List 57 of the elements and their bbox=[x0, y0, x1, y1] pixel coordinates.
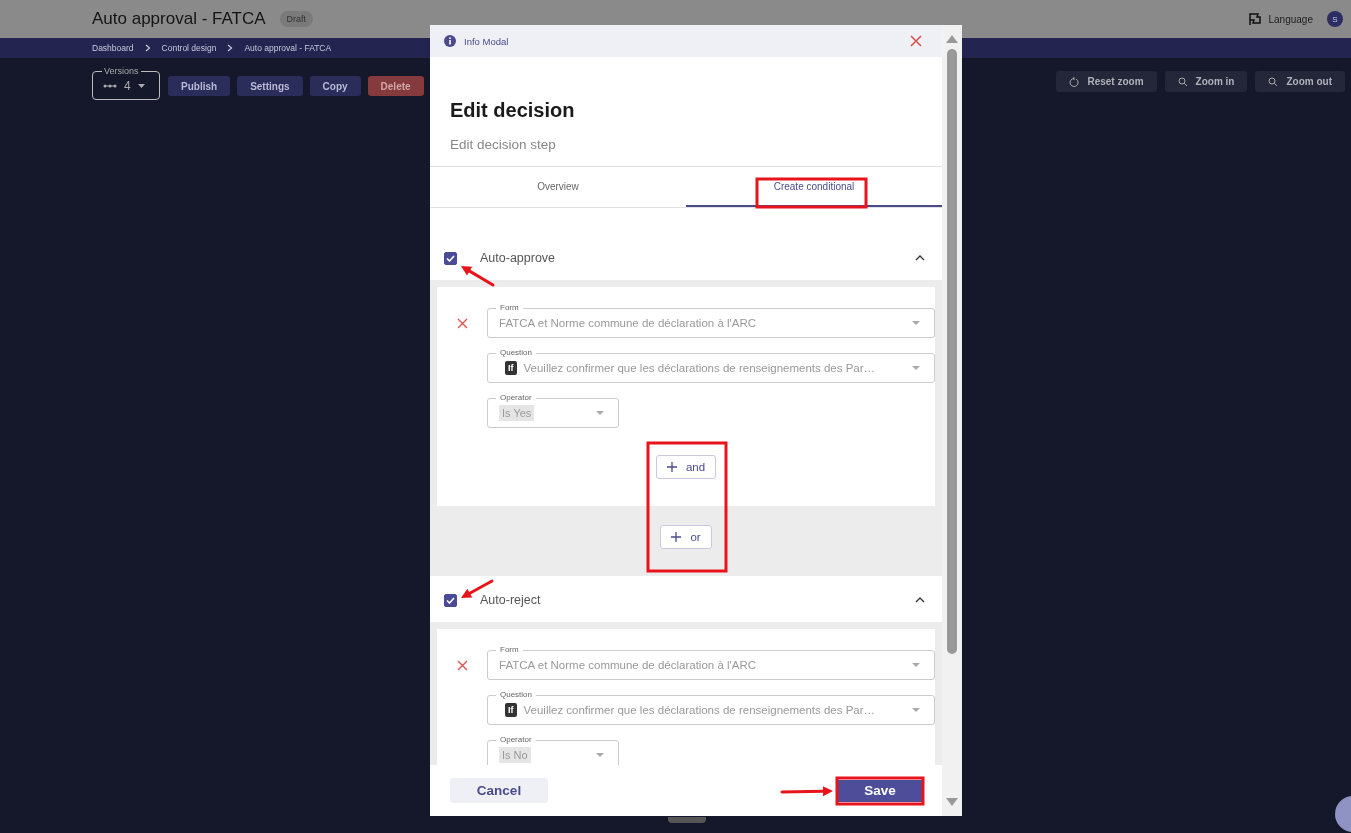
if-badge: If bbox=[505, 361, 517, 375]
page-title: Auto approval - FATCA bbox=[92, 9, 266, 29]
scroll-down-icon bbox=[946, 798, 958, 806]
toolbar-button[interactable]: Settings bbox=[237, 76, 303, 96]
dropdown-caret-icon bbox=[912, 321, 920, 325]
reset-icon bbox=[1069, 76, 1080, 87]
dropdown-caret-icon bbox=[912, 663, 920, 667]
toolbar-button[interactable]: Delete bbox=[367, 76, 424, 96]
drag-handle[interactable] bbox=[668, 817, 706, 823]
dropdown-caret-icon bbox=[912, 366, 920, 370]
toolbar-button[interactable]: Copy bbox=[309, 76, 361, 96]
annotation-arrow bbox=[461, 266, 495, 287]
language-button[interactable]: Language bbox=[1246, 12, 1313, 26]
dialog-subtitle: Edit decision step bbox=[450, 137, 557, 152]
info-icon bbox=[444, 35, 456, 47]
close-button[interactable] bbox=[910, 35, 922, 47]
search-icon bbox=[1177, 76, 1188, 87]
section-title: Auto-approve bbox=[480, 251, 556, 265]
user-avatar[interactable]: S bbox=[1327, 11, 1343, 27]
status-badge: Draft bbox=[279, 11, 314, 27]
zoom-button[interactable]: Zoom out bbox=[1255, 71, 1345, 92]
close-icon bbox=[910, 35, 922, 47]
checkbox[interactable] bbox=[444, 251, 457, 265]
dropdown-caret-icon bbox=[596, 411, 604, 415]
tab[interactable]: Overview bbox=[430, 167, 686, 207]
chevron-right-icon bbox=[227, 44, 234, 52]
chevron-right-icon bbox=[144, 44, 151, 52]
modal-header-title: Info Modal bbox=[464, 35, 509, 47]
flag-icon bbox=[1246, 12, 1261, 26]
zoom-button[interactable]: Zoom in bbox=[1164, 71, 1248, 92]
plus-icon bbox=[671, 532, 682, 542]
search-icon bbox=[1268, 76, 1279, 87]
breadcrumb-link[interactable]: Dashboard bbox=[92, 43, 134, 53]
breadcrumb-link[interactable]: Auto approval - FATCA bbox=[244, 43, 332, 53]
dialog-title: Edit decision bbox=[450, 99, 576, 122]
chevron-up-icon[interactable] bbox=[915, 255, 925, 261]
scrollbar[interactable] bbox=[942, 25, 962, 816]
chevron-up-icon[interactable] bbox=[915, 597, 925, 603]
checkbox[interactable] bbox=[444, 593, 457, 607]
commit-icon bbox=[103, 83, 117, 88]
cancel-button[interactable]: Cancel bbox=[450, 778, 548, 803]
section-title: Auto-reject bbox=[480, 593, 541, 607]
dropdown-caret-icon bbox=[596, 753, 604, 757]
scrollbar-thumb[interactable] bbox=[947, 49, 957, 654]
zoom-button[interactable]: Reset zoom bbox=[1056, 71, 1157, 92]
toolbar-button[interactable]: Publish bbox=[168, 76, 231, 96]
add-or-button[interactable]: or bbox=[660, 525, 712, 549]
close-icon bbox=[456, 660, 468, 671]
if-badge: If bbox=[505, 703, 517, 717]
breadcrumb-link[interactable]: Control design bbox=[161, 43, 217, 53]
close-icon bbox=[456, 318, 468, 329]
plus-icon bbox=[666, 462, 677, 472]
caret-icon bbox=[137, 83, 145, 88]
dropdown-caret-icon bbox=[912, 708, 920, 712]
annotation-arrow bbox=[780, 786, 833, 797]
add-and-button[interactable]: and bbox=[655, 455, 717, 479]
scroll-up-icon bbox=[946, 35, 958, 43]
